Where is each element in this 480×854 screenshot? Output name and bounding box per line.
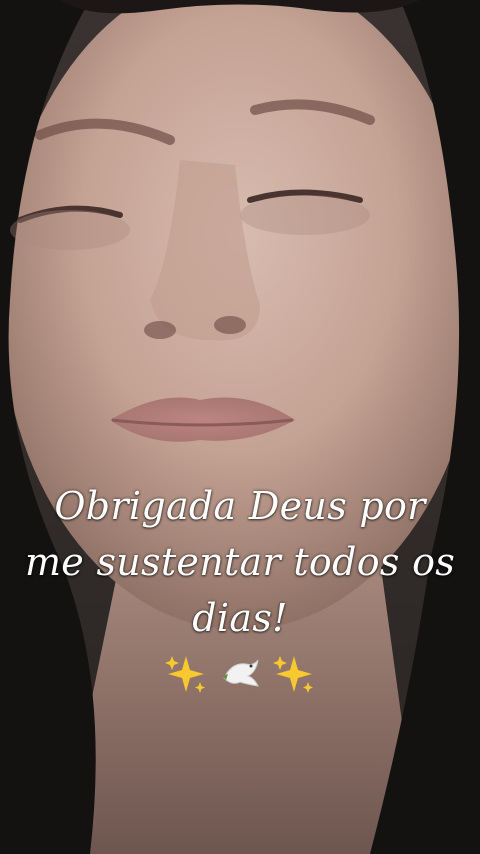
caption-line-2: me sustentar todos os: [24, 540, 456, 584]
caption-line-1: Obrigada Deus por: [54, 484, 426, 528]
video-frame: Obrigada Deus por me sustentar todos os …: [0, 0, 480, 854]
sparkles-icon: [164, 652, 208, 696]
caption-line-3: dias!: [192, 596, 288, 640]
nostril-left: [144, 321, 176, 339]
dove-icon: [218, 652, 262, 696]
caption-text: Obrigada Deus por me sustentar todos os …: [20, 478, 460, 646]
eye-shadow-left: [10, 210, 130, 250]
emoji-row: [0, 650, 480, 696]
nostril-right: [214, 316, 246, 334]
eye-shadow-right: [240, 195, 370, 235]
sparkles-icon: [272, 652, 316, 696]
portrait-photo: [0, 0, 480, 854]
